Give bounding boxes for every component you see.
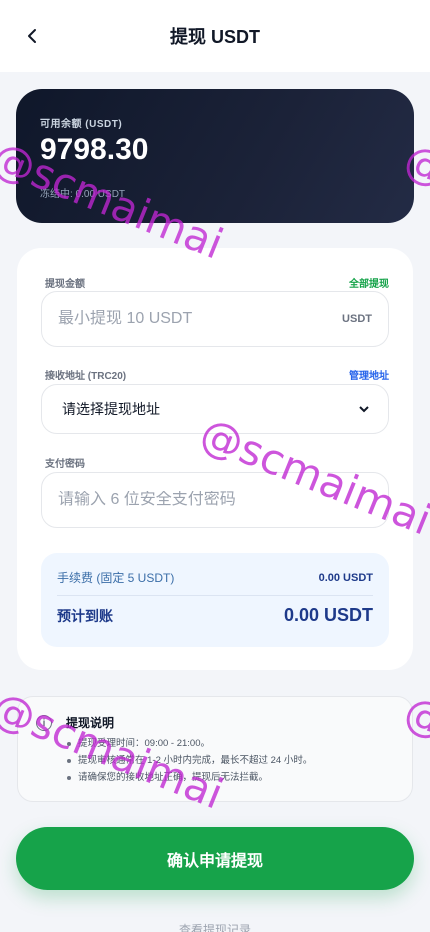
manage-address-link[interactable]: 管理地址	[349, 367, 389, 382]
chevron-left-icon	[28, 29, 36, 43]
password-field	[41, 472, 389, 528]
fee-row: 手续费 (固定 5 USDT) 0.00 USDT	[57, 569, 373, 586]
arrival-label: 预计到账	[57, 607, 113, 624]
amount-input[interactable]	[58, 310, 335, 328]
page-title: 提现 USDT	[170, 27, 260, 47]
password-label: 支付密码	[45, 459, 85, 470]
amount-unit: USDT	[342, 313, 372, 325]
notice-item: 提现受理时间：09:00 - 21:00。	[66, 735, 312, 752]
frozen-balance: 冻结中: 0.00 USDT	[40, 189, 126, 200]
back-button[interactable]	[18, 22, 46, 50]
notice-title: 提现说明	[66, 716, 115, 730]
address-field: 请选择提现地址	[41, 384, 389, 434]
notice-card: i 提现说明 提现受理时间：09:00 - 21:00。 提现审核通常在 1-2…	[17, 696, 413, 802]
amount-label: 提现金额	[45, 279, 85, 290]
withdraw-form: 提现金额 全部提现 USDT 接收地址 (TRC20) 管理地址 请选择提现地址…	[17, 248, 413, 670]
balance-label: 可用余额 (USDT)	[40, 119, 123, 130]
amount-field: USDT	[41, 291, 389, 347]
notice-item: 请确保您的接收地址正确，提现后无法拦截。	[66, 769, 312, 786]
withdraw-all-link[interactable]: 全部提现	[349, 275, 389, 290]
fee-value: 0.00 USDT	[318, 571, 373, 584]
top-bar: 提现 USDT	[0, 0, 430, 72]
notice-item: 提现审核通常在 1-2 小时内完成，最长不超过 24 小时。	[66, 752, 312, 769]
balance-value: 9798.30	[40, 133, 149, 166]
address-select[interactable]: 请选择提现地址	[58, 400, 372, 418]
address-label: 接收地址 (TRC20)	[45, 371, 127, 382]
password-input[interactable]	[58, 491, 372, 509]
balance-card: 可用余额 (USDT) 9798.30 冻结中: 0.00 USDT	[16, 89, 414, 223]
submit-withdraw-button[interactable]: 确认申请提现	[16, 827, 414, 890]
summary-divider	[57, 595, 373, 596]
withdraw-history-link[interactable]: 查看提现记录	[0, 921, 430, 932]
info-icon: i	[36, 715, 52, 731]
notice-list: 提现受理时间：09:00 - 21:00。 提现审核通常在 1-2 小时内完成，…	[66, 735, 312, 786]
arrival-value: 0.00 USDT	[283, 605, 373, 625]
fee-label: 手续费 (固定 5 USDT)	[57, 571, 175, 585]
fee-summary: 手续费 (固定 5 USDT) 0.00 USDT 预计到账 0.00 USDT	[41, 553, 389, 647]
arrival-row: 预计到账 0.00 USDT	[57, 605, 373, 626]
